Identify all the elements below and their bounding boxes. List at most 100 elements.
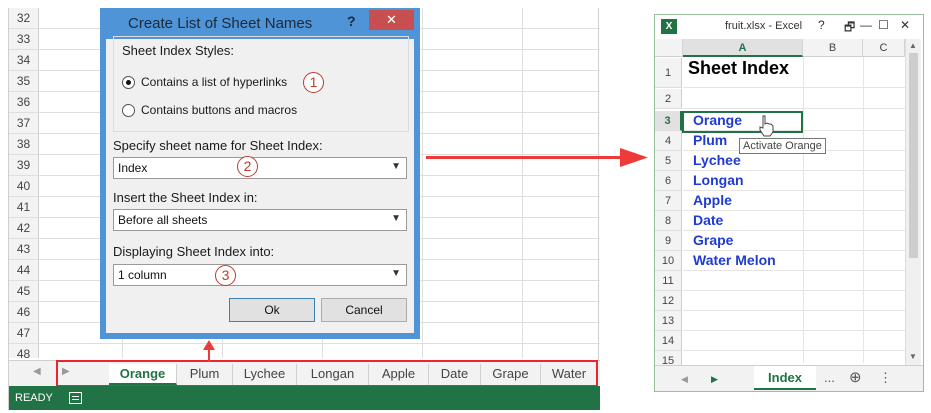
row-header[interactable]: 42 [9, 218, 39, 239]
cancel-button[interactable]: Cancel [321, 298, 407, 322]
hyperlink-cell[interactable]: Date [683, 211, 905, 231]
hyperlink-lychee[interactable]: Lychee [693, 152, 741, 168]
hyperlink-cell[interactable]: Longan [683, 171, 905, 191]
help-icon[interactable]: ? [347, 13, 356, 29]
row-header[interactable]: 39 [9, 155, 39, 176]
cell-a14[interactable] [683, 331, 905, 351]
sheet-tab-longan[interactable]: Longan [297, 364, 369, 385]
cell-a15[interactable] [683, 351, 905, 365]
hyperlink-cell[interactable]: Apple [683, 191, 905, 211]
row-header[interactable]: 41 [9, 197, 39, 218]
hyperlink-cell[interactable]: Lychee [683, 151, 905, 171]
chevron-down-icon[interactable]: ▼ [391, 213, 401, 224]
vertical-scrollbar[interactable]: ▲ ▼ [905, 39, 921, 365]
sheet-tab-water[interactable]: Water [541, 364, 597, 385]
row-header[interactable]: 45 [9, 281, 39, 302]
row-header[interactable]: 34 [9, 50, 39, 71]
display-columns-select[interactable]: 1 column ▼ [113, 264, 407, 286]
row-header[interactable]: 13 [655, 311, 682, 331]
row-header[interactable]: 10 [655, 251, 682, 271]
scroll-tabs-left-icon[interactable]: ◀ [33, 366, 41, 377]
radio-hyperlinks-control[interactable] [122, 76, 135, 89]
row-header[interactable]: 46 [9, 302, 39, 323]
row-header[interactable]: 32 [9, 8, 39, 29]
more-tabs-icon[interactable]: ... [824, 370, 835, 385]
radio-buttons-macros[interactable]: Contains buttons and macros [122, 102, 382, 120]
options-icon[interactable]: ⋮ [879, 370, 892, 386]
radio-hyperlinks[interactable]: Contains a list of hyperlinks [122, 74, 382, 92]
hyperlink-cell[interactable]: Water Melon [683, 251, 905, 271]
row-header[interactable]: 43 [9, 239, 39, 260]
hyperlink-date[interactable]: Date [693, 212, 723, 228]
row-header[interactable]: 2 [655, 89, 682, 109]
scroll-tabs-left-icon[interactable]: ◀ [681, 374, 688, 385]
radio-buttons-control[interactable] [122, 104, 135, 117]
hyperlink-longan[interactable]: Longan [693, 172, 744, 188]
hyperlink-grape[interactable]: Grape [693, 232, 733, 248]
row-header[interactable]: 15 [655, 351, 682, 365]
cell-a11[interactable] [683, 271, 905, 291]
sheet-name-combo[interactable]: Index ▼ [113, 157, 407, 179]
row-header[interactable]: 38 [9, 134, 39, 155]
scroll-thumb[interactable] [909, 53, 918, 258]
sheet-tab-lychee[interactable]: Lychee [233, 364, 297, 385]
row-header[interactable]: 11 [655, 271, 682, 291]
row-header[interactable]: 14 [655, 331, 682, 351]
chevron-down-icon[interactable]: ▼ [391, 268, 401, 279]
row-header[interactable]: 36 [9, 92, 39, 113]
cell-a2[interactable] [683, 89, 905, 109]
cell-a13[interactable] [683, 311, 905, 331]
cell-a12[interactable] [683, 291, 905, 311]
column-header-c[interactable]: C [863, 39, 905, 57]
row-header[interactable]: 3 [655, 111, 682, 131]
row-header[interactable]: 40 [9, 176, 39, 197]
sheet-tab-grape[interactable]: Grape [481, 364, 541, 385]
chevron-down-icon[interactable]: ▼ [391, 161, 401, 172]
scroll-tabs-right-icon[interactable]: ▶ [711, 374, 718, 385]
select-all-corner[interactable] [655, 39, 683, 57]
minimize-icon[interactable]: — [860, 18, 872, 32]
row-header[interactable]: 8 [655, 211, 682, 231]
row-header[interactable]: 48 [9, 344, 39, 358]
row-header[interactable]: 9 [655, 231, 682, 251]
row-header[interactable]: 6 [655, 171, 682, 191]
sheet-index-styles-group: Sheet Index Styles: Contains a list of h… [113, 36, 409, 132]
scroll-down-icon[interactable]: ▼ [909, 352, 917, 361]
row-header[interactable]: 7 [655, 191, 682, 211]
close-icon[interactable]: ✕ [369, 10, 414, 30]
hyperlink-plum[interactable]: Plum [693, 132, 727, 148]
row-header[interactable]: 12 [655, 291, 682, 311]
sheet-tab-orange[interactable]: Orange [109, 364, 177, 385]
scroll-up-icon[interactable]: ▲ [909, 41, 917, 50]
row-header[interactable]: 35 [9, 71, 39, 92]
sheet-tab-date[interactable]: Date [429, 364, 481, 385]
row-header[interactable]: 5 [655, 151, 682, 171]
column-header-a[interactable]: A [683, 39, 803, 57]
column-header-b[interactable]: B [803, 39, 863, 57]
insert-position-select[interactable]: Before all sheets ▼ [113, 209, 407, 231]
row-header[interactable]: 37 [9, 113, 39, 134]
sheet-tab-apple[interactable]: Apple [369, 364, 429, 385]
help-icon[interactable]: ? [818, 18, 825, 32]
row-header[interactable]: 1 [655, 58, 682, 88]
styles-group-label: Sheet Index Styles: [122, 43, 235, 58]
sheet-tab-index[interactable]: Index [754, 366, 816, 390]
hyperlink-water-melon[interactable]: Water Melon [693, 252, 776, 268]
cell-a1[interactable]: Sheet Index [683, 58, 905, 88]
row-header[interactable]: 4 [655, 131, 682, 151]
maximize-icon[interactable]: ☐ [878, 18, 889, 32]
add-sheet-icon[interactable]: ⊕ [849, 368, 862, 386]
sheet-tab-plum[interactable]: Plum [177, 364, 233, 385]
hyperlink-cell[interactable]: Grape [683, 231, 905, 251]
close-icon[interactable]: ✕ [900, 18, 910, 32]
row-header[interactable]: 33 [9, 29, 39, 50]
macro-record-icon[interactable] [69, 392, 82, 404]
ok-button[interactable]: Ok [229, 298, 315, 322]
hyperlink-apple[interactable]: Apple [693, 192, 732, 208]
row-header[interactable]: 47 [9, 323, 39, 344]
hyperlink-tooltip: Activate Orange [739, 138, 826, 154]
restore-icon[interactable]: 🗗 [844, 18, 855, 39]
row-header[interactable]: 44 [9, 260, 39, 281]
table-row: 15 [655, 351, 905, 365]
excel-logo-icon: X [661, 19, 677, 34]
